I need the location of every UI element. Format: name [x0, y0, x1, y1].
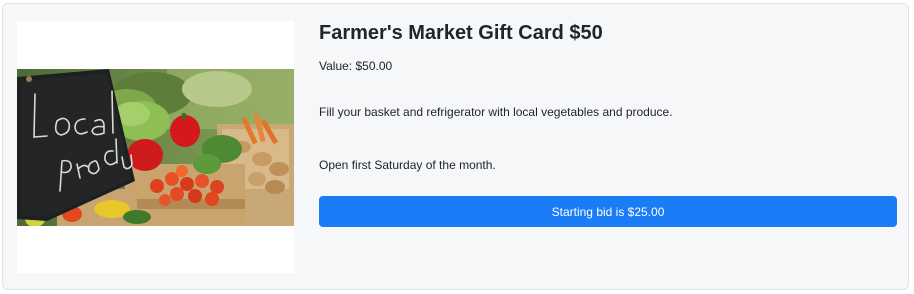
item-description: Fill your basket and refrigerator with l… [319, 105, 673, 119]
auction-item-card: Farmer's Market Gift Card $50 Value: $50… [2, 3, 909, 290]
item-value: Value: $50.00 [319, 59, 393, 73]
item-schedule: Open first Saturday of the month. [319, 158, 496, 172]
item-title: Farmer's Market Gift Card $50 [319, 22, 603, 44]
starting-bid-button[interactable]: Starting bid is $25.00 [319, 196, 897, 227]
item-photo-frame [17, 21, 294, 273]
item-photo [17, 69, 294, 226]
